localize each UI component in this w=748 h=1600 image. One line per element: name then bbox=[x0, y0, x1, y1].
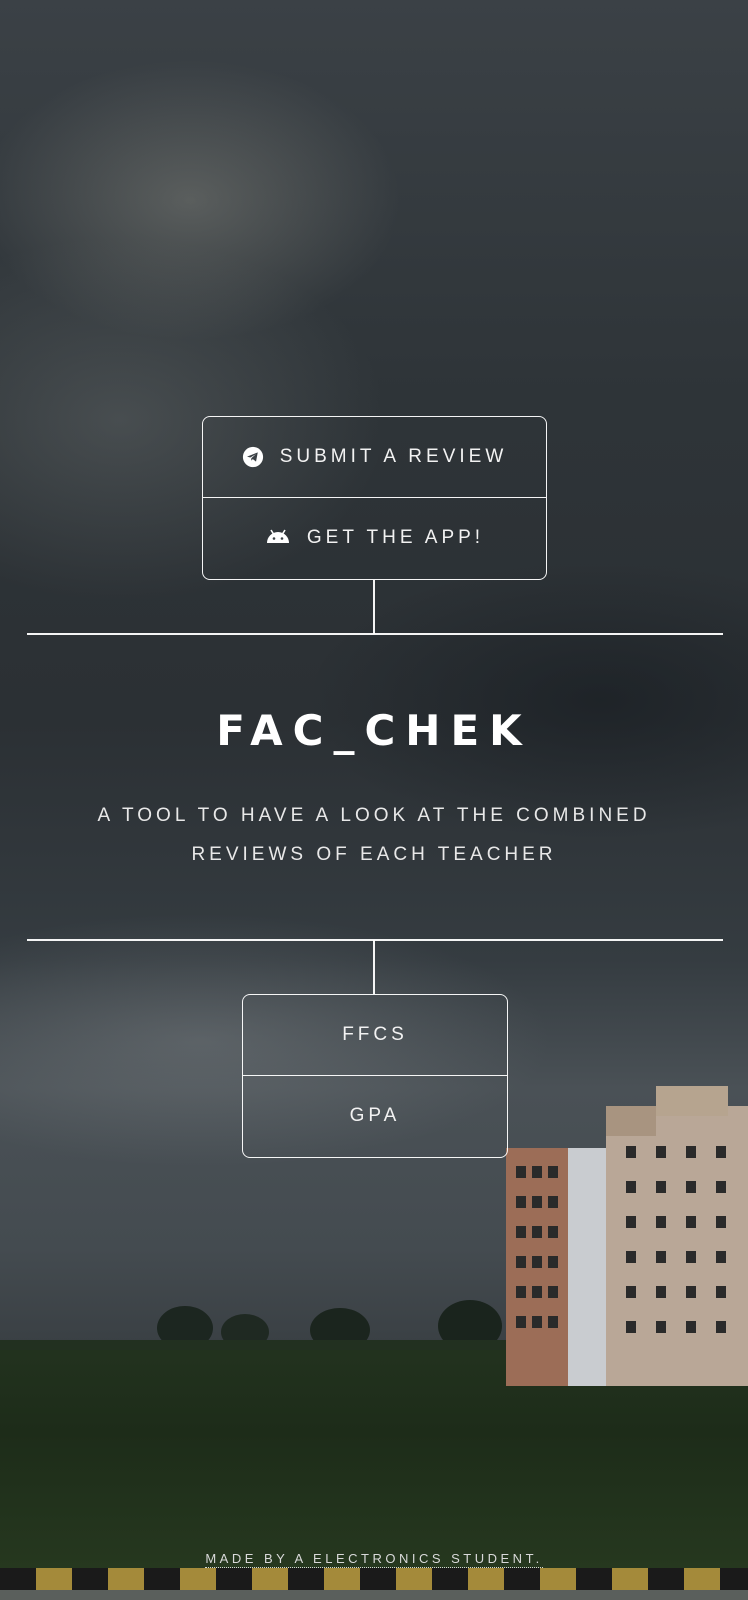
page-title: FAC_CHEK bbox=[216, 706, 532, 755]
connector-line-top bbox=[373, 580, 375, 634]
divider-bottom bbox=[27, 939, 723, 941]
background-trees bbox=[0, 1300, 520, 1350]
ffcs-label: FFCS bbox=[342, 1024, 408, 1045]
submit-review-label: SUBMIT A REVIEW bbox=[279, 446, 508, 467]
background-building bbox=[506, 1086, 748, 1386]
get-app-label: GET THE APP! bbox=[306, 526, 485, 548]
android-icon bbox=[265, 527, 291, 549]
divider-top bbox=[27, 633, 723, 635]
submit-review-button[interactable]: SUBMIT A REVIEW bbox=[203, 417, 546, 497]
gpa-button[interactable]: GPA bbox=[243, 1075, 507, 1155]
bottom-button-group: FFCS GPA bbox=[242, 994, 508, 1158]
get-app-button[interactable]: GET THE APP! bbox=[203, 497, 546, 577]
ffcs-button[interactable]: FFCS bbox=[243, 995, 507, 1075]
footer: MADE BY A ELECTRONICS STUDENT. bbox=[0, 1551, 748, 1568]
connector-line-bottom bbox=[373, 940, 375, 994]
top-button-group: SUBMIT A REVIEW GET THE APP! bbox=[202, 416, 547, 580]
gpa-label: GPA bbox=[349, 1104, 401, 1126]
footer-credit-link[interactable]: MADE BY A ELECTRONICS STUDENT. bbox=[205, 1551, 543, 1568]
background-road-curb bbox=[0, 1568, 748, 1600]
page-subtitle: A TOOL TO HAVE A LOOK AT THE COMBINED RE… bbox=[97, 805, 651, 865]
telegram-icon bbox=[242, 446, 264, 468]
